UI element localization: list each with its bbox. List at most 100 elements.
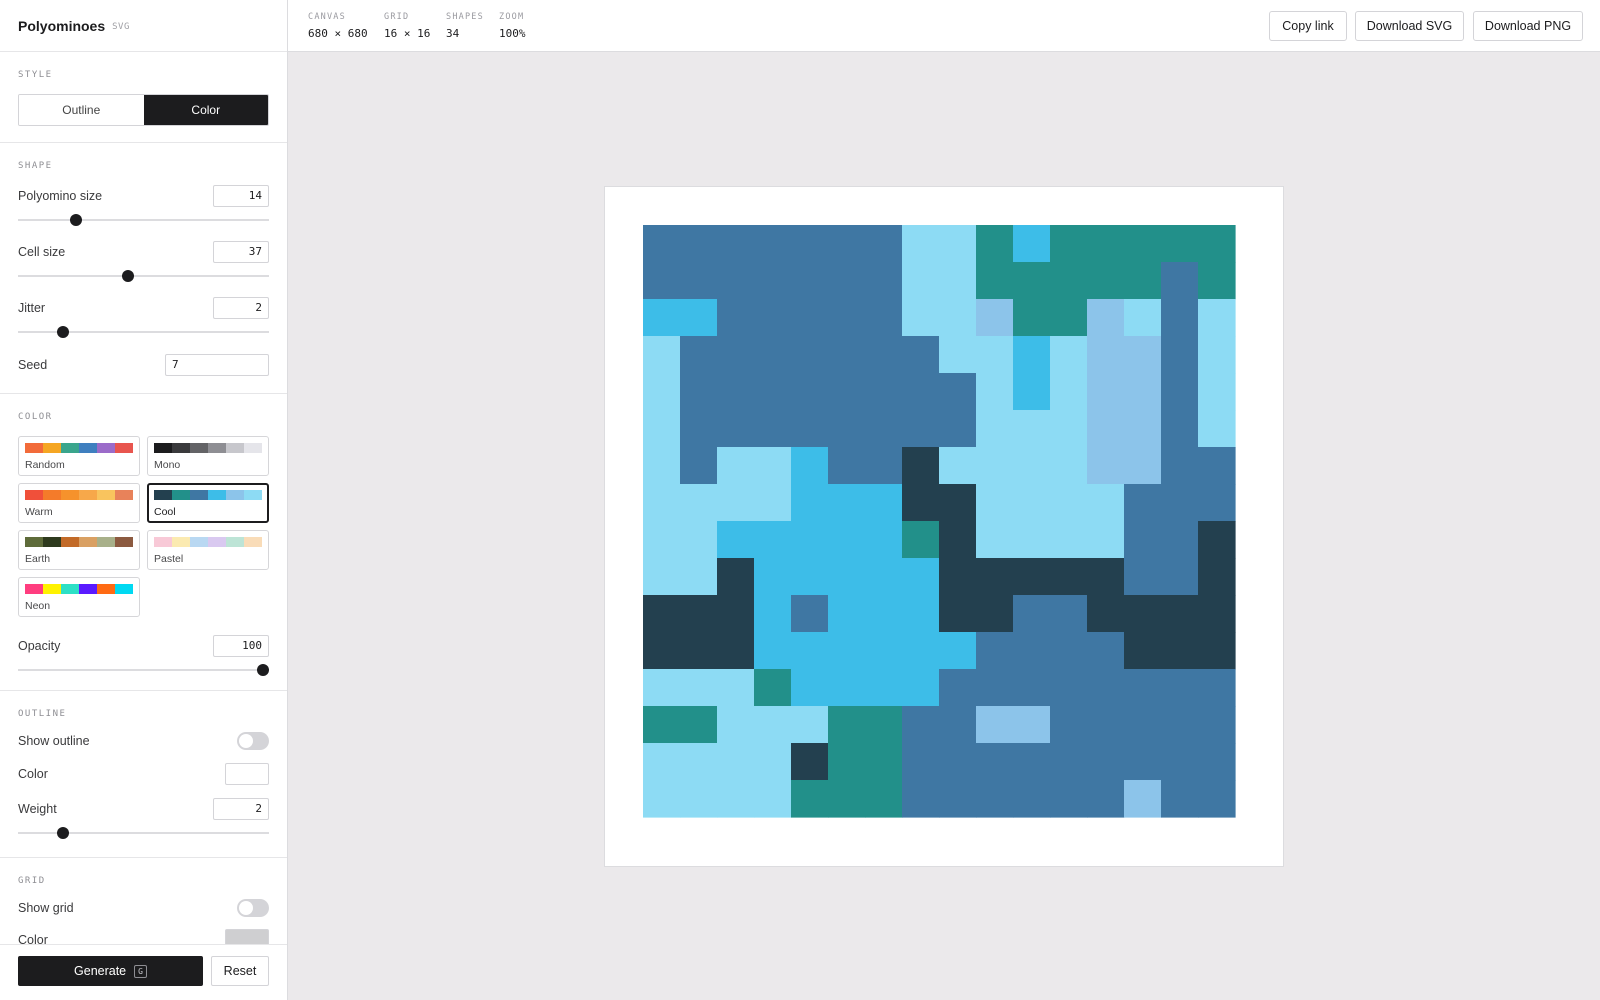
polyomino-cell: [643, 299, 681, 337]
polyomino-cell: [976, 225, 1014, 263]
polyomino-cell: [976, 669, 1014, 707]
polyomino-cell: [939, 669, 977, 707]
polyomino-cell: [976, 521, 1014, 559]
polyomino-cell: [1013, 669, 1051, 707]
polyomino-cell: [1198, 299, 1236, 337]
download-png-button[interactable]: Download PNG: [1473, 11, 1583, 41]
polyomino-cell: [1124, 595, 1162, 633]
palette-random[interactable]: Random: [18, 436, 140, 476]
polyomino-cell: [791, 632, 829, 670]
polyomino-cell: [1050, 706, 1088, 744]
palette-name: Earth: [25, 553, 51, 565]
show-outline-row: Show outline: [18, 729, 269, 753]
polyomino-cell: [976, 262, 1014, 300]
palette-color-chip: [97, 537, 115, 547]
weight-slider[interactable]: [18, 827, 269, 839]
polyomino-cell: [643, 743, 681, 781]
polyomino-cell: [976, 447, 1014, 485]
copy-link-button[interactable]: Copy link: [1269, 11, 1347, 41]
polyomino-cell: [1013, 373, 1051, 411]
stat-shapes: SHAPES 34: [446, 12, 484, 40]
polyomino-cell: [902, 558, 940, 596]
outline-color-row: Color: [18, 762, 269, 786]
palette-name: Mono: [154, 459, 181, 471]
polyomino-cell: [976, 336, 1014, 374]
palette-pastel[interactable]: Pastel: [147, 530, 269, 570]
polyomino-cell: [976, 373, 1014, 411]
polyomino-cell: [1124, 558, 1162, 596]
polyomino-cell: [717, 373, 755, 411]
palette-color-chip: [115, 490, 133, 500]
polyomino-cell: [865, 632, 903, 670]
polyomino-cell: [1013, 225, 1051, 263]
slider-handle[interactable]: [57, 827, 70, 839]
polyomino-cell: [1124, 447, 1162, 485]
polyomino-cell: [1087, 743, 1125, 781]
cell-size-input[interactable]: 37: [213, 241, 269, 263]
polyomino-cell: [1124, 373, 1162, 411]
palette-color-chip: [172, 537, 190, 547]
polyomino-cell: [1087, 521, 1125, 559]
polyomino-cell: [828, 299, 866, 337]
polyomino-cell: [791, 336, 829, 374]
artwork-canvas[interactable]: [604, 186, 1284, 867]
slider-handle[interactable]: [122, 270, 135, 282]
polyomino-cell: [717, 632, 755, 670]
weight-input[interactable]: 2: [213, 798, 269, 820]
polyomino-cell: [717, 447, 755, 485]
opacity-slider[interactable]: [18, 664, 269, 676]
weight-label: Weight: [18, 802, 57, 816]
jitter-input[interactable]: 2: [213, 297, 269, 319]
reset-button[interactable]: Reset: [211, 956, 269, 986]
polyomino-size-input[interactable]: 14: [213, 185, 269, 207]
polyomino-cell: [754, 262, 792, 300]
cell-size-slider[interactable]: [18, 270, 269, 282]
polyomino-cell: [754, 447, 792, 485]
polyomino-cell: [717, 336, 755, 374]
palette-mono[interactable]: Mono: [147, 436, 269, 476]
polyomino-cell: [1161, 262, 1199, 300]
polyomino-cell: [865, 225, 903, 263]
outline-color-swatch[interactable]: [225, 763, 269, 785]
polyomino-cell: [791, 780, 829, 818]
palette-warm[interactable]: Warm: [18, 483, 140, 523]
polyomino-cell: [902, 743, 940, 781]
polyomino-cell: [902, 706, 940, 744]
polyomino-size-slider[interactable]: [18, 214, 269, 226]
style-color-option[interactable]: Color: [143, 95, 268, 125]
jitter-slider[interactable]: [18, 326, 269, 338]
seed-input[interactable]: 7: [165, 354, 269, 376]
keyboard-shortcut-badge: G: [134, 964, 147, 978]
stat-grid-key: GRID: [384, 12, 410, 22]
show-outline-toggle[interactable]: [237, 732, 269, 750]
polyomino-cell: [1198, 743, 1236, 781]
palette-cool[interactable]: Cool: [147, 483, 269, 523]
stat-canvas: CANVAS 680 × 680: [308, 12, 368, 40]
polyomino-cell: [976, 410, 1014, 448]
weight-row: Weight 2: [18, 797, 269, 821]
slider-handle[interactable]: [257, 664, 269, 676]
polyomino-cell: [1013, 706, 1051, 744]
style-outline-option[interactable]: Outline: [19, 95, 144, 125]
slider-track: [18, 669, 269, 671]
stat-zoom: ZOOM 100%: [499, 12, 526, 40]
palette-earth[interactable]: Earth: [18, 530, 140, 570]
polyomino-cell: [643, 595, 681, 633]
download-svg-button[interactable]: Download SVG: [1355, 11, 1464, 41]
polyomino-cell: [1050, 262, 1088, 300]
opacity-input[interactable]: 100: [213, 635, 269, 657]
generate-button[interactable]: Generate G: [18, 956, 203, 986]
show-grid-toggle[interactable]: [237, 899, 269, 917]
palette-neon[interactable]: Neon: [18, 577, 140, 617]
polyomino-cell: [1050, 780, 1088, 818]
polyomino-cell: [791, 410, 829, 448]
slider-handle[interactable]: [69, 214, 82, 226]
stat-shapes-key: SHAPES: [446, 12, 484, 22]
slider-handle[interactable]: [57, 326, 70, 338]
polyomino-cell: [902, 632, 940, 670]
app-title: Polyominoes: [18, 17, 106, 34]
polyomino-cell: [976, 743, 1014, 781]
polyomino-cell: [791, 743, 829, 781]
polyomino-cell: [865, 447, 903, 485]
polyomino-cell: [939, 447, 977, 485]
